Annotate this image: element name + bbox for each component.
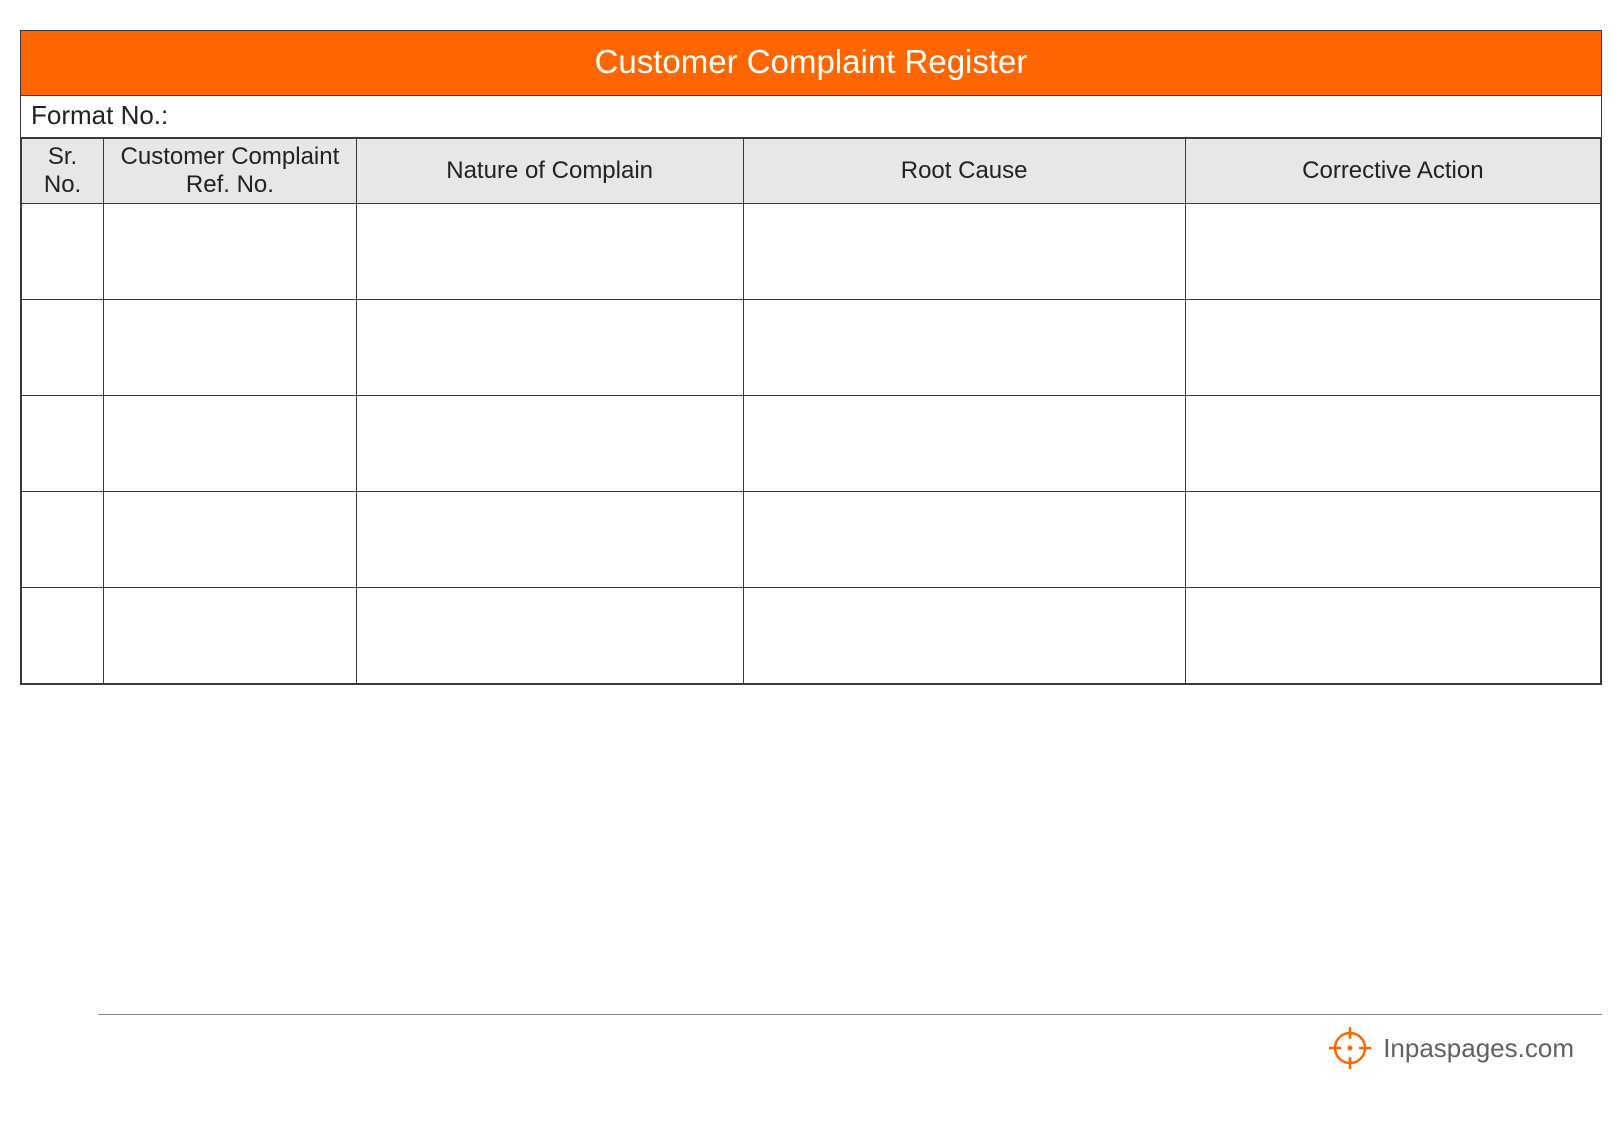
cell-nature[interactable]	[356, 588, 743, 684]
cell-nature[interactable]	[356, 492, 743, 588]
cell-sr[interactable]	[22, 300, 104, 396]
table-row	[22, 300, 1601, 396]
cell-ref[interactable]	[104, 588, 357, 684]
format-no-label: Format No.:	[21, 96, 1601, 138]
cell-nature[interactable]	[356, 300, 743, 396]
footer: Inpaspages.com	[98, 1014, 1602, 1071]
footer-divider	[98, 1014, 1602, 1015]
table-row	[22, 588, 1601, 684]
cell-corrective[interactable]	[1185, 300, 1600, 396]
complaint-register: Customer Complaint Register Format No.: …	[20, 30, 1602, 685]
complaint-table: Sr. No. Customer Complaint Ref. No. Natu…	[21, 138, 1601, 684]
cell-root[interactable]	[743, 492, 1185, 588]
cell-root[interactable]	[743, 396, 1185, 492]
cell-root[interactable]	[743, 588, 1185, 684]
cell-nature[interactable]	[356, 396, 743, 492]
crosshair-icon	[1327, 1025, 1373, 1071]
brand: Inpaspages.com	[98, 1025, 1602, 1071]
cell-sr[interactable]	[22, 588, 104, 684]
cell-sr[interactable]	[22, 204, 104, 300]
cell-ref[interactable]	[104, 204, 357, 300]
page-title: Customer Complaint Register	[21, 31, 1601, 96]
table-row	[22, 204, 1601, 300]
cell-corrective[interactable]	[1185, 396, 1600, 492]
table-row	[22, 492, 1601, 588]
brand-text: Inpaspages.com	[1383, 1033, 1574, 1064]
cell-root[interactable]	[743, 300, 1185, 396]
cell-corrective[interactable]	[1185, 204, 1600, 300]
cell-corrective[interactable]	[1185, 588, 1600, 684]
col-header-nature: Nature of Complain	[356, 139, 743, 204]
cell-sr[interactable]	[22, 492, 104, 588]
cell-nature[interactable]	[356, 204, 743, 300]
col-header-corrective: Corrective Action	[1185, 139, 1600, 204]
col-header-ref: Customer Complaint Ref. No.	[104, 139, 357, 204]
cell-sr[interactable]	[22, 396, 104, 492]
cell-ref[interactable]	[104, 492, 357, 588]
col-header-sr: Sr. No.	[22, 139, 104, 204]
table-row	[22, 396, 1601, 492]
cell-root[interactable]	[743, 204, 1185, 300]
col-header-root: Root Cause	[743, 139, 1185, 204]
cell-ref[interactable]	[104, 396, 357, 492]
cell-corrective[interactable]	[1185, 492, 1600, 588]
cell-ref[interactable]	[104, 300, 357, 396]
